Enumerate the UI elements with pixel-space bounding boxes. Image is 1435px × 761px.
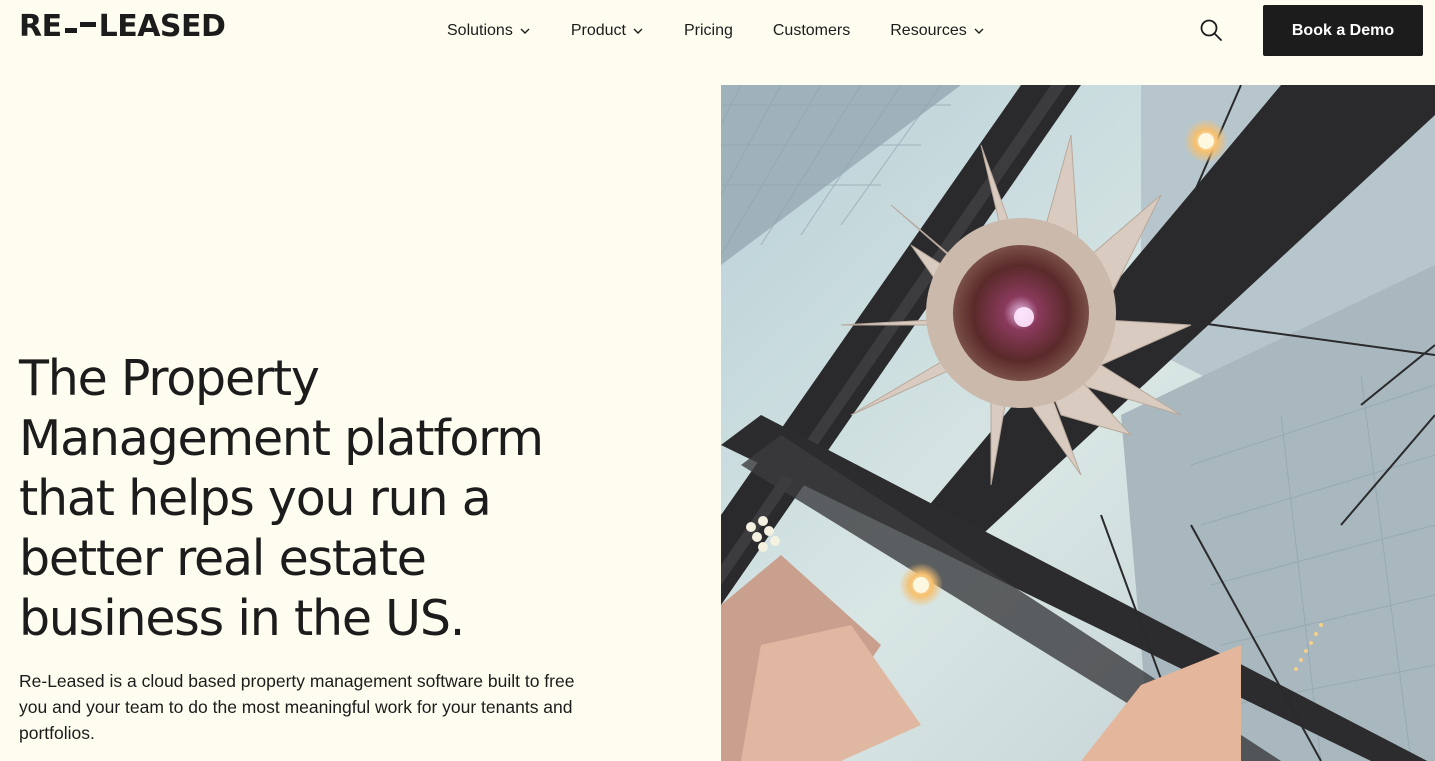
site-header: RE LEASED Solutions Product Pricing Cust… — [0, 0, 1435, 60]
nav-label: Resources — [890, 22, 967, 39]
nav-item-solutions[interactable]: Solutions — [447, 22, 531, 40]
nav-label: Pricing — [683, 22, 733, 39]
re-leased-logo[interactable]: RE LEASED — [19, 9, 226, 44]
logo-text-left: RE — [19, 9, 62, 44]
logo-dash-mark — [64, 13, 96, 41]
nav-label: Product — [570, 22, 626, 39]
main-nav: Solutions Product Pricing Customers Reso… — [447, 19, 985, 43]
search-button[interactable] — [1199, 18, 1223, 42]
nav-label: Solutions — [447, 22, 513, 39]
chevron-down-icon — [974, 28, 984, 34]
logo-text-right: LEASED — [98, 9, 226, 44]
search-icon — [1200, 19, 1222, 41]
chevron-down-icon — [520, 28, 530, 34]
chevron-down-icon — [633, 28, 643, 34]
hero-video[interactable] — [721, 85, 1435, 761]
hero-title: The Property Management platform that he… — [19, 350, 544, 647]
nav-item-resources[interactable]: Resources — [890, 22, 984, 40]
nav-item-customers[interactable]: Customers — [773, 22, 850, 40]
hero-description: Re-Leased is a cloud based property mana… — [19, 671, 575, 743]
nav-item-product[interactable]: Product — [571, 22, 644, 40]
nav-label: Customers — [772, 22, 851, 39]
atrium-sculpture-image — [721, 85, 1435, 761]
nav-item-pricing[interactable]: Pricing — [684, 22, 733, 40]
book-demo-button[interactable]: Book a Demo — [1263, 5, 1423, 56]
